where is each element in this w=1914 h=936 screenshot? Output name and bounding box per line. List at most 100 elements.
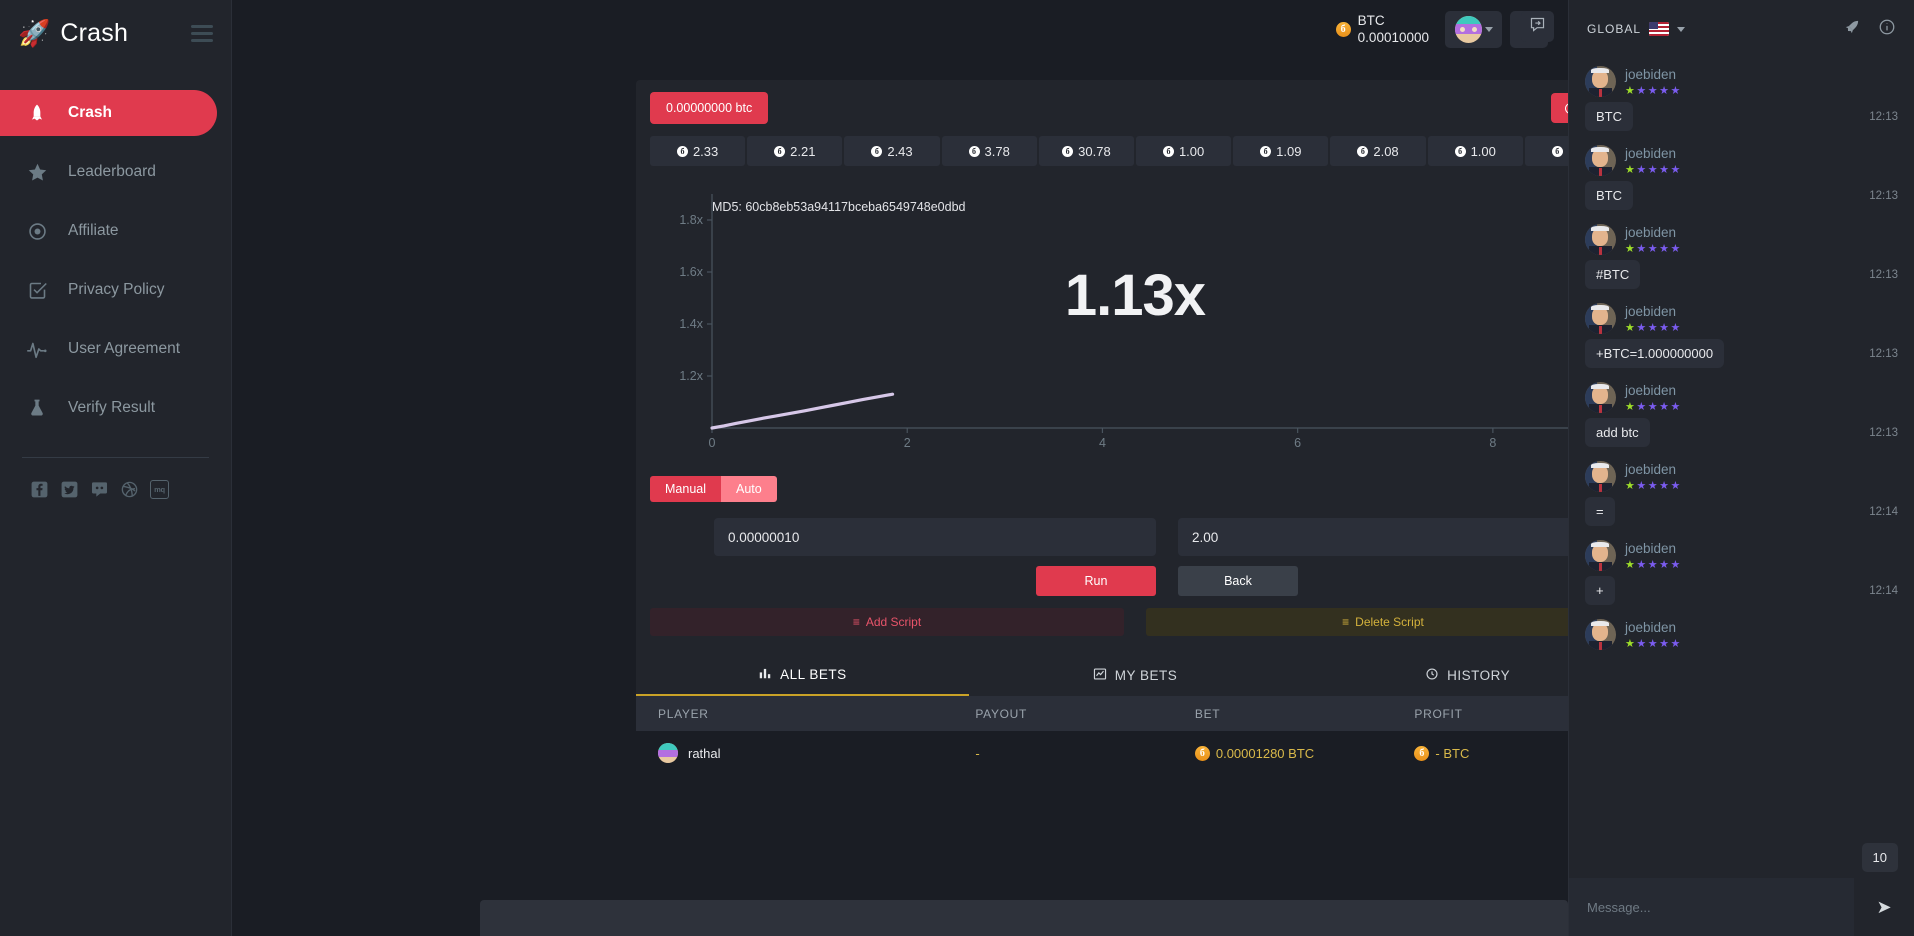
run-button[interactable]: Run	[1036, 566, 1156, 596]
chat-toggle-icon	[1529, 16, 1546, 38]
star-icon	[26, 161, 48, 183]
twitter-icon[interactable]	[60, 480, 79, 499]
multiplier-chip[interactable]: б3.20	[1524, 136, 1568, 166]
avatar	[1585, 540, 1616, 571]
sidebar-item-label: Verify Result	[68, 399, 156, 416]
delete-script-label: Delete Script	[1355, 615, 1424, 629]
svg-text:2: 2	[904, 436, 911, 450]
sidebar-item-user-agreement[interactable]: User Agreement	[0, 326, 217, 372]
multiplier-value: 1.00	[1178, 143, 1205, 159]
chat-timestamp: 12:13	[1869, 189, 1898, 202]
bitcoin-icon: б	[1414, 745, 1430, 761]
rocket-icon[interactable]	[1843, 17, 1862, 41]
brand: 🚀 Crash	[0, 0, 231, 66]
tab-all-bets[interactable]: ALL BETS	[636, 654, 969, 696]
avatar	[1454, 15, 1482, 43]
hamburger-icon[interactable]	[191, 24, 213, 42]
sidebar-item-verify-result[interactable]: Verify Result	[0, 385, 217, 431]
add-script-button[interactable]: ≡ Add Script	[650, 608, 1124, 636]
avatar	[1585, 303, 1616, 334]
multiplier-chip[interactable]: б 2.08	[1330, 136, 1426, 166]
bitcoin-icon: б	[1551, 145, 1563, 157]
multiplier-chip[interactable]: б 1.09	[1233, 136, 1329, 166]
chat-username[interactable]: joebiden	[1625, 620, 1682, 635]
column-player: PLAYER	[658, 707, 709, 721]
balance-display[interactable]: б BTC 0.00010000	[1335, 12, 1429, 47]
tab-history[interactable]: HISTORY	[1301, 654, 1568, 696]
tab-my-bets[interactable]: MY BETS	[969, 654, 1302, 696]
current-bet-pill[interactable]: 0.00000000 btc	[650, 92, 769, 124]
bitcoin-icon: б	[1335, 21, 1351, 37]
bet-mode-toggle: Manual Auto	[650, 476, 777, 502]
action-buttons-row: Run Back	[636, 556, 1568, 596]
multiplier-history-strip: б 2.33 б 2.21 б 2.43 б 3.78 б 30.78 б 1.00 б 1.…	[636, 136, 1568, 166]
svg-text:0: 0	[709, 436, 716, 450]
chat-username[interactable]: joebiden	[1625, 67, 1682, 82]
delete-script-button[interactable]: ≡ Delete Script	[1146, 608, 1568, 636]
chat-timestamp: 12:13	[1869, 268, 1898, 281]
multiplier-value: 2.43	[887, 143, 913, 159]
checkbox-icon	[26, 279, 48, 301]
bitcoin-icon: б	[871, 145, 883, 157]
chat-messages[interactable]: joebiden ★★★★★ BTC 12:13 joebiden ★★★★★	[1569, 58, 1914, 878]
mode-manual-button[interactable]: Manual	[650, 476, 721, 502]
multiplier-chip[interactable]: б 3.78	[941, 136, 1037, 166]
help-button[interactable]: i Help	[1551, 93, 1568, 123]
svg-text:6: 6	[1294, 436, 1301, 450]
chat-bubble: #BTC	[1585, 260, 1641, 289]
app-root: 🚀 Crash Crash Leaderboard Affiliate Priv…	[0, 0, 1914, 936]
send-button[interactable]: ➤	[1854, 878, 1914, 936]
multiplier-chip[interactable]: б 2.21	[747, 136, 843, 166]
tab-label: MY BETS	[1114, 667, 1178, 683]
chat-toggle-button[interactable]	[1521, 11, 1554, 42]
multiplier-chip[interactable]: б 1.00	[1136, 136, 1232, 166]
mq-icon[interactable]: mq	[150, 480, 169, 499]
avatar	[1585, 224, 1616, 255]
column-bet: BET	[1194, 707, 1221, 721]
sidebar-item-crash[interactable]: Crash	[0, 90, 217, 136]
chat-username[interactable]: joebiden	[1625, 146, 1682, 161]
multiplier-value: 1.09	[1276, 143, 1302, 159]
chat-username[interactable]: joebiden	[1625, 225, 1682, 240]
game-card-header: 0.00000000 btc i Help	[636, 80, 1568, 136]
account-menu-button[interactable]	[1445, 10, 1502, 48]
sidebar-item-affiliate[interactable]: Affiliate	[0, 208, 217, 254]
multiplier-value: 2.33	[692, 143, 719, 159]
chat-username[interactable]: joebiden	[1625, 304, 1682, 319]
multiplier-value: 3.78	[984, 143, 1010, 159]
chat-input-bar: ➤	[1569, 878, 1914, 936]
multiplier-value: 2.08	[1373, 143, 1399, 159]
multiplier-chip[interactable]: б 30.78	[1038, 136, 1135, 166]
chat-bubble: +BTC=1.000000000	[1585, 339, 1725, 368]
auto-cashout-input[interactable]	[1178, 518, 1568, 556]
back-button[interactable]: Back	[1178, 566, 1298, 596]
chat-username[interactable]: joebiden	[1625, 462, 1682, 477]
info-icon[interactable]	[1878, 18, 1896, 41]
md5-hash: MD5: 60cb8eb53a94117bceba6549748e0dbd	[712, 200, 966, 214]
rocket-icon	[26, 102, 48, 124]
cell-bet: б 0.00001280 BTC	[1194, 745, 1415, 761]
discord-icon[interactable]	[90, 480, 109, 499]
multiplier-chip[interactable]: б 1.00	[1427, 136, 1523, 166]
mode-auto-button[interactable]: Auto	[721, 476, 777, 502]
sidebar-item-leaderboard[interactable]: Leaderboard	[0, 149, 217, 195]
chat-message: joebiden ★★★★★ = 12:14	[1585, 453, 1898, 526]
multiplier-chip[interactable]: б 2.33	[650, 136, 746, 166]
unread-count-badge[interactable]: 10	[1861, 843, 1898, 872]
chat-message-input[interactable]	[1569, 878, 1854, 936]
multiplier-chip[interactable]: б 2.43	[844, 136, 940, 166]
pulse-icon	[26, 338, 48, 360]
facebook-icon[interactable]	[30, 480, 49, 499]
bet-amount-input[interactable]	[714, 518, 1156, 556]
chat-username[interactable]: joebiden	[1625, 383, 1682, 398]
dribbble-icon[interactable]	[120, 480, 139, 499]
chat-panel: GLOBAL joebiden ★★★★★ BTC 12:13 joebiden…	[1568, 0, 1914, 936]
chevron-down-icon[interactable]	[1677, 26, 1686, 32]
mode-row: Manual Auto	[636, 464, 1568, 502]
chat-username[interactable]: joebiden	[1625, 541, 1682, 556]
sidebar-item-privacy-policy[interactable]: Privacy Policy	[0, 267, 217, 313]
svg-text:8: 8	[1489, 436, 1496, 450]
table-row[interactable]: rathal - б 0.00001280 BTC б - BTC	[636, 731, 1568, 775]
flask-icon	[26, 397, 48, 419]
sidebar-item-label: Crash	[68, 104, 112, 121]
